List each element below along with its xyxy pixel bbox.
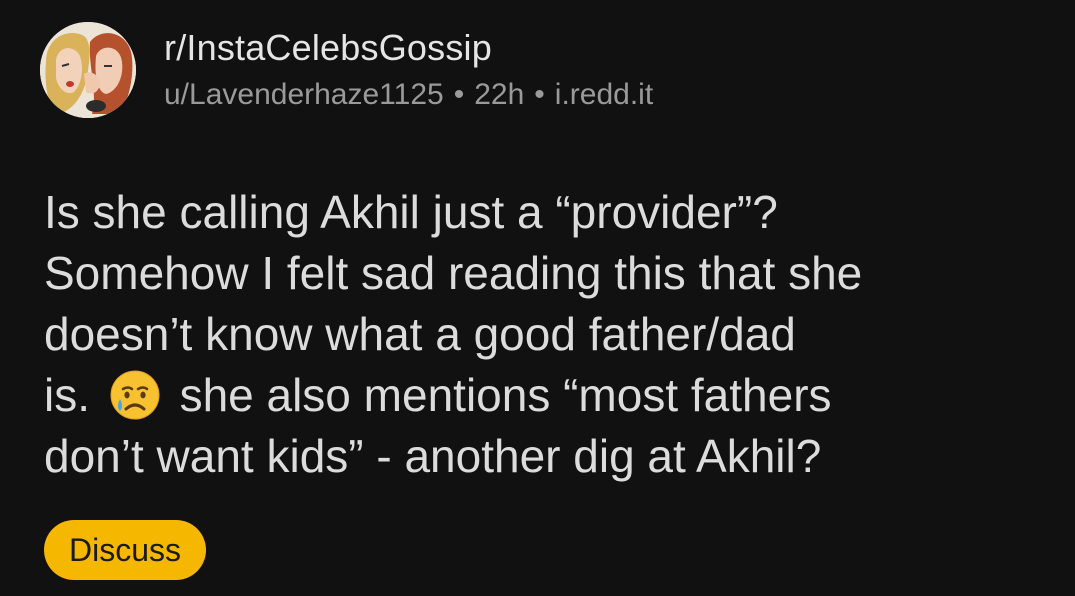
post-age: 22h	[474, 78, 525, 111]
post-title-line: Is she calling Akhil just a “provider”?	[44, 186, 778, 238]
subreddit-link[interactable]: r/InstaCelebsGossip	[164, 26, 653, 70]
author-link[interactable]: u/Lavenderhaze1125	[164, 76, 444, 114]
separator-dot: •	[453, 78, 465, 111]
byline: u/Lavenderhaze1125 • 22h • i.redd.it	[164, 76, 653, 114]
post-title[interactable]: Is she calling Akhil just a “provider”? …	[44, 182, 1044, 487]
post-title-line-part: is.	[44, 369, 90, 421]
crying-face-icon	[109, 369, 161, 421]
post-title-line-part: she also mentions “most fathers	[179, 369, 832, 421]
post-header: r/InstaCelebsGossip u/Lavenderhaze1125 •…	[40, 22, 653, 118]
post-title-line: don’t want kids” - another dig at Akhil?	[44, 430, 822, 482]
discuss-button[interactable]: Discuss	[44, 520, 207, 580]
subreddit-avatar-icon[interactable]	[40, 22, 136, 118]
separator-dot: •	[534, 78, 545, 111]
post-title-line: doesn’t know what a good father/dad	[44, 308, 796, 360]
post-card[interactable]: r/InstaCelebsGossip u/Lavenderhaze1125 •…	[0, 0, 1075, 596]
post-title-line: is. she also mentions “most fathers	[44, 365, 1044, 426]
post-domain-link[interactable]: i.redd.it	[555, 76, 653, 114]
post-title-line: Somehow I felt sad reading this that she	[44, 247, 863, 299]
post-meta: r/InstaCelebsGossip u/Lavenderhaze1125 •…	[164, 26, 653, 114]
